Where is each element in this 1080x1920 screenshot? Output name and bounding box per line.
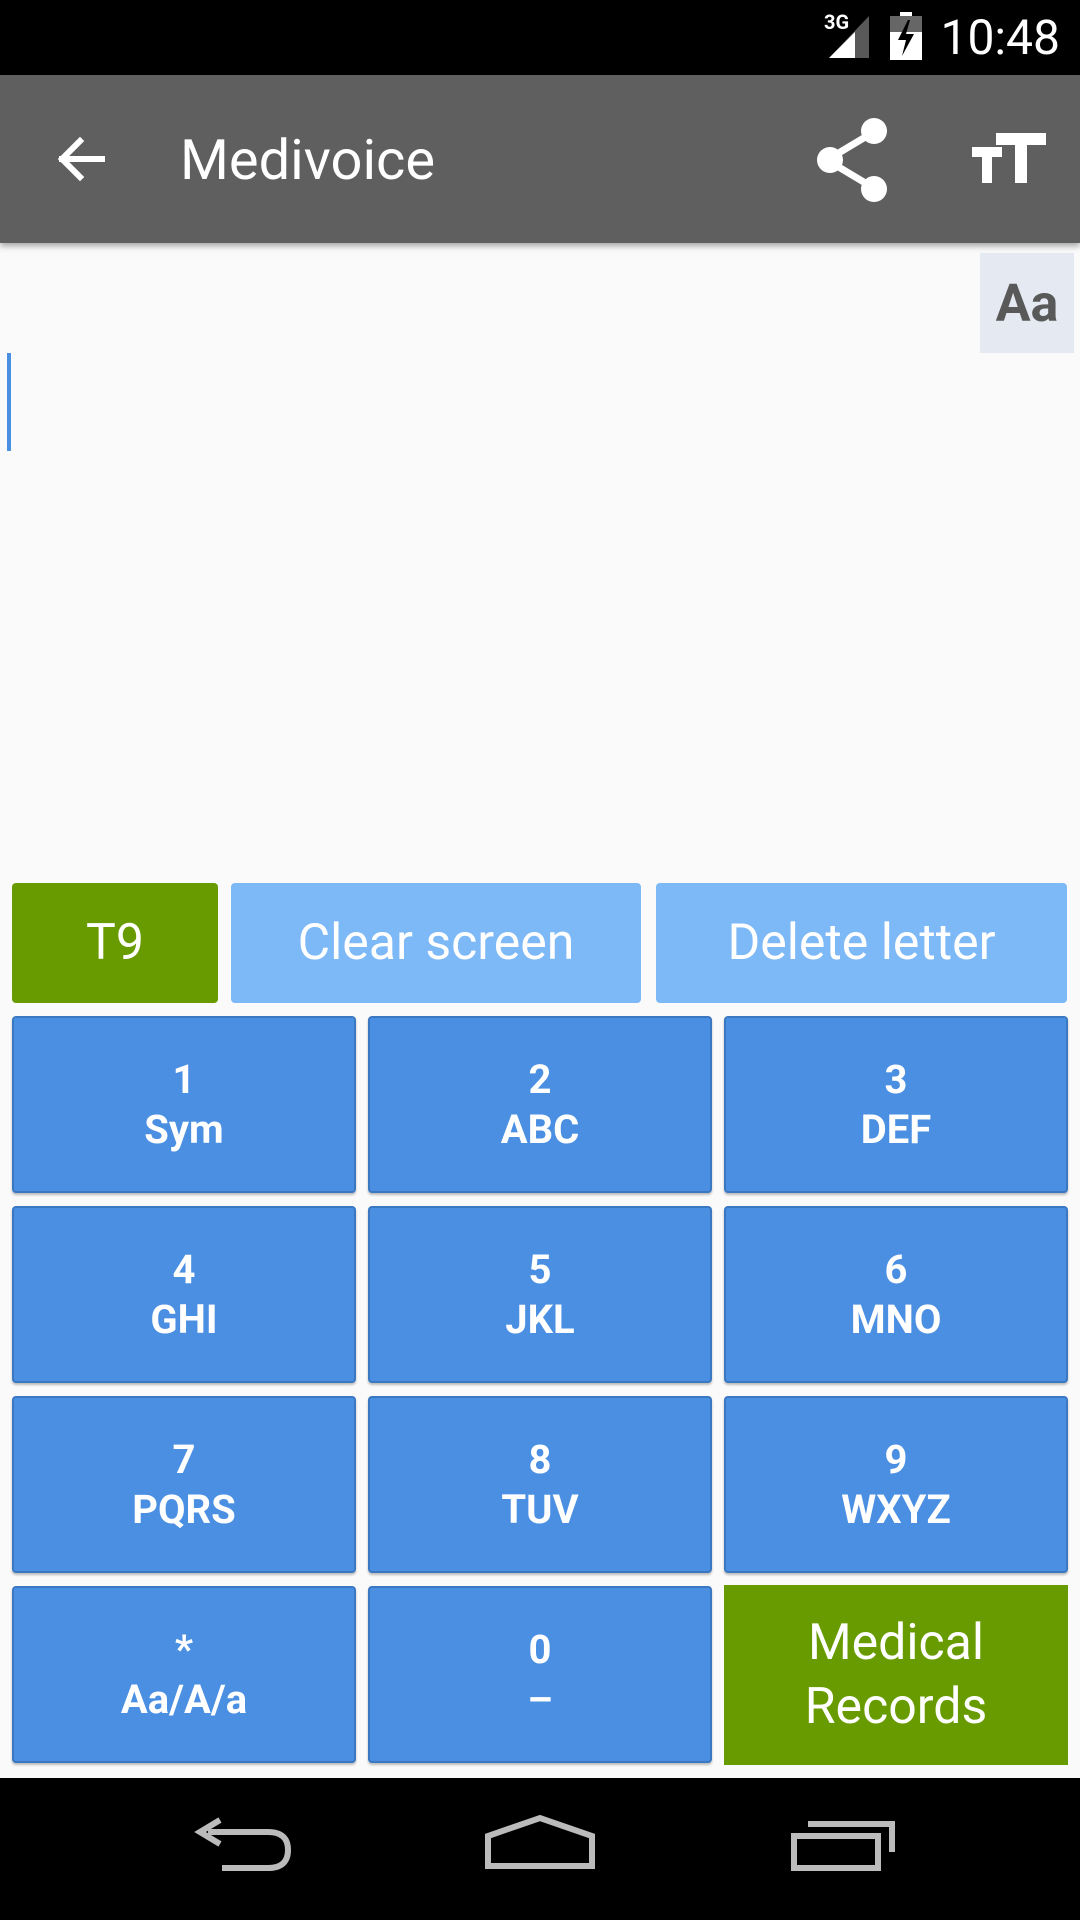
key-digit: 2 <box>528 1055 552 1103</box>
key-digit: 3 <box>884 1055 908 1103</box>
keypad: T9 Clear screen Delete letter 1 Sym 2 AB… <box>0 883 1080 1778</box>
key-2[interactable]: 2 ABC <box>368 1016 712 1193</box>
key-digit: 8 <box>528 1435 552 1483</box>
key-letters: TUV <box>501 1485 579 1533</box>
back-arrow-icon[interactable] <box>40 119 120 199</box>
key-digit: 0 <box>528 1625 552 1673</box>
action-bar: Medivoice <box>0 75 1080 243</box>
key-9[interactable]: 9 WXYZ <box>724 1396 1068 1573</box>
text-size-icon[interactable] <box>970 125 1050 195</box>
clear-screen-button[interactable]: Clear screen <box>231 883 641 1003</box>
key-3[interactable]: 3 DEF <box>724 1016 1068 1193</box>
key-7[interactable]: 7 PQRS <box>12 1396 356 1573</box>
signal-icon <box>829 16 869 58</box>
nav-back-icon[interactable] <box>180 1808 300 1888</box>
app-title: Medivoice <box>180 127 436 193</box>
key-1[interactable]: 1 Sym <box>12 1016 356 1193</box>
nav-recents-icon[interactable] <box>784 1808 904 1888</box>
key-8[interactable]: 8 TUV <box>368 1396 712 1573</box>
key-digit: 1 <box>172 1055 196 1103</box>
key-letters: JKL <box>505 1295 575 1343</box>
key-letters: PQRS <box>132 1485 236 1533</box>
key-digit: 5 <box>528 1245 552 1293</box>
key-digit: 9 <box>884 1435 908 1483</box>
clear-screen-label: Clear screen <box>297 914 575 972</box>
key-digit: 6 <box>884 1245 908 1293</box>
nav-home-icon[interactable] <box>480 1808 600 1888</box>
medical-records-line2: Records <box>804 1678 988 1736</box>
key-digit: * <box>174 1625 194 1673</box>
text-input-area[interactable]: Aa <box>0 243 1080 883</box>
key-digit: 7 <box>172 1435 196 1483</box>
t9-label: T9 <box>86 914 144 972</box>
navigation-bar <box>0 1778 1080 1920</box>
text-cursor <box>7 353 11 451</box>
key-letters: – <box>527 1675 553 1723</box>
delete-letter-label: Delete letter <box>727 914 996 972</box>
medical-records-button[interactable]: Medical Records <box>724 1585 1068 1765</box>
case-toggle-button[interactable]: Aa <box>980 253 1074 353</box>
medical-records-line1: Medical <box>807 1614 985 1672</box>
key-star[interactable]: * Aa/A/a <box>12 1586 356 1763</box>
delete-letter-button[interactable]: Delete letter <box>656 883 1067 1003</box>
key-letters: GHI <box>150 1295 218 1343</box>
key-4[interactable]: 4 GHI <box>12 1206 356 1383</box>
battery-charging-icon <box>890 12 922 60</box>
key-letters: MNO <box>850 1295 942 1343</box>
clock: 10:48 <box>940 9 1060 66</box>
key-letters: Sym <box>144 1105 224 1153</box>
key-5[interactable]: 5 JKL <box>368 1206 712 1383</box>
key-0[interactable]: 0 – <box>368 1586 712 1763</box>
key-letters: ABC <box>500 1105 580 1153</box>
key-letters: WXYZ <box>841 1485 951 1533</box>
status-bar: 3G 10:48 <box>0 0 1080 75</box>
t9-button[interactable]: T9 <box>12 883 218 1003</box>
key-digit: 4 <box>172 1245 196 1293</box>
key-letters: DEF <box>860 1105 932 1153</box>
share-icon[interactable] <box>808 115 898 205</box>
key-letters: Aa/A/a <box>120 1675 248 1723</box>
key-6[interactable]: 6 MNO <box>724 1206 1068 1383</box>
